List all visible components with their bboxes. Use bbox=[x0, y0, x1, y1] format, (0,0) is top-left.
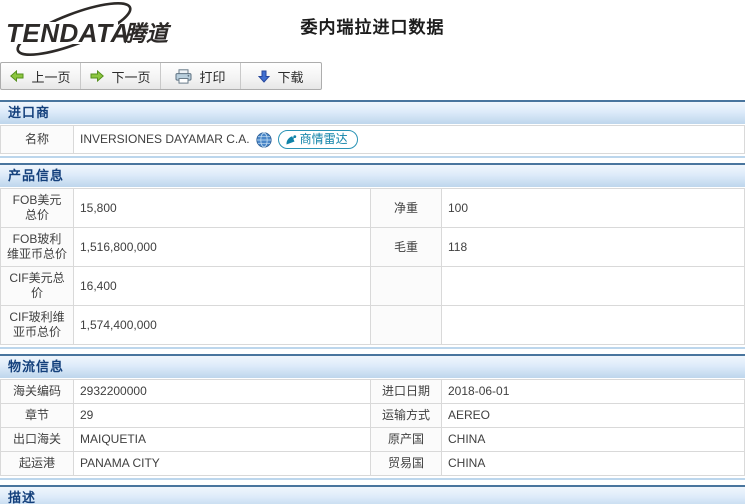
radar-dish-icon bbox=[285, 134, 297, 146]
arrow-left-icon bbox=[10, 70, 24, 82]
field-value bbox=[442, 306, 745, 345]
field-label: 原产国 bbox=[371, 428, 442, 452]
print-label: 打印 bbox=[199, 67, 225, 86]
globe-icon[interactable] bbox=[256, 132, 272, 148]
field-label bbox=[371, 306, 442, 345]
section-importer: 进口商 名称 INVERSIONES DAYAMAR C.A. bbox=[0, 100, 745, 158]
field-label: CIF美元总价 bbox=[1, 267, 74, 306]
arrow-down-icon bbox=[258, 70, 270, 83]
business-radar-button[interactable]: 商情雷达 bbox=[278, 130, 358, 149]
field-value: 2932200000 bbox=[74, 380, 371, 404]
next-page-label: 下一页 bbox=[111, 67, 150, 86]
field-value: AEREO bbox=[442, 404, 745, 428]
field-label: 贸易国 bbox=[371, 452, 442, 476]
section-description-title: 描述 bbox=[0, 485, 745, 504]
table-row: 名称 INVERSIONES DAYAMAR C.A. bbox=[1, 126, 745, 154]
field-value bbox=[442, 267, 745, 306]
field-label: CIF玻利维亚币总价 bbox=[1, 306, 74, 345]
table-row: 出口海关 MAIQUETIA 原产国 CHINA bbox=[1, 428, 745, 452]
prev-page-label: 上一页 bbox=[31, 67, 70, 86]
section-logistics: 物流信息 海关编码 2932200000 进口日期 2018-06-01 章节 … bbox=[0, 354, 745, 480]
field-value: 29 bbox=[74, 404, 371, 428]
field-label: 运输方式 bbox=[371, 404, 442, 428]
print-button[interactable]: 打印 bbox=[161, 63, 241, 89]
field-label: FOB玻利维亚币总价 bbox=[1, 228, 74, 267]
field-label: 海关编码 bbox=[1, 380, 74, 404]
section-description: 描述 章节描述 PRODUCTOS QUÍMICOS ORGÁNICOS 编码描… bbox=[0, 485, 745, 504]
field-label: 章节 bbox=[1, 404, 74, 428]
field-value: 100 bbox=[442, 189, 745, 228]
field-value: MAIQUETIA bbox=[74, 428, 371, 452]
table-row: 起运港 PANAMA CITY 贸易国 CHINA bbox=[1, 452, 745, 476]
field-value: 1,574,400,000 bbox=[74, 306, 371, 345]
field-value: 118 bbox=[442, 228, 745, 267]
pager-toolbar: 上一页 下一页 打印 下载 bbox=[0, 62, 322, 90]
printer-icon bbox=[175, 69, 192, 84]
prev-page-button[interactable]: 上一页 bbox=[1, 63, 81, 89]
field-value: CHINA bbox=[442, 452, 745, 476]
field-value: PANAMA CITY bbox=[74, 452, 371, 476]
field-value: 1,516,800,000 bbox=[74, 228, 371, 267]
table-row: CIF美元总价 16,400 bbox=[1, 267, 745, 306]
field-value: 2018-06-01 bbox=[442, 380, 745, 404]
arrow-right-icon bbox=[90, 70, 104, 82]
field-label bbox=[371, 267, 442, 306]
section-logistics-title: 物流信息 bbox=[0, 354, 745, 378]
field-label: 毛重 bbox=[371, 228, 442, 267]
field-label: 进口日期 bbox=[371, 380, 442, 404]
section-product: 产品信息 FOB美元总价 15,800 净重 100 FOB玻利维亚币总价 1,… bbox=[0, 163, 745, 349]
field-label: 出口海关 bbox=[1, 428, 74, 452]
field-label: 净重 bbox=[371, 189, 442, 228]
importer-name-value: INVERSIONES DAYAMAR C.A. bbox=[80, 132, 250, 147]
section-importer-title: 进口商 bbox=[0, 100, 745, 124]
importer-name-label: 名称 bbox=[1, 126, 74, 154]
next-page-button[interactable]: 下一页 bbox=[81, 63, 161, 89]
business-radar-label: 商情雷达 bbox=[300, 132, 348, 147]
table-row: 章节 29 运输方式 AEREO bbox=[1, 404, 745, 428]
field-value: 15,800 bbox=[74, 189, 371, 228]
field-label: FOB美元总价 bbox=[1, 189, 74, 228]
table-row: 海关编码 2932200000 进口日期 2018-06-01 bbox=[1, 380, 745, 404]
table-row: FOB玻利维亚币总价 1,516,800,000 毛重 118 bbox=[1, 228, 745, 267]
table-row: CIF玻利维亚币总价 1,574,400,000 bbox=[1, 306, 745, 345]
detail-content: 进口商 名称 INVERSIONES DAYAMAR C.A. bbox=[0, 100, 745, 504]
field-label: 起运港 bbox=[1, 452, 74, 476]
field-value: CHINA bbox=[442, 428, 745, 452]
section-product-title: 产品信息 bbox=[0, 163, 745, 187]
table-row: FOB美元总价 15,800 净重 100 bbox=[1, 189, 745, 228]
download-label: 下载 bbox=[277, 67, 303, 86]
field-value: 16,400 bbox=[74, 267, 371, 306]
download-button[interactable]: 下载 bbox=[241, 63, 321, 89]
page-title: 委内瑞拉进口数据 bbox=[0, 13, 745, 38]
